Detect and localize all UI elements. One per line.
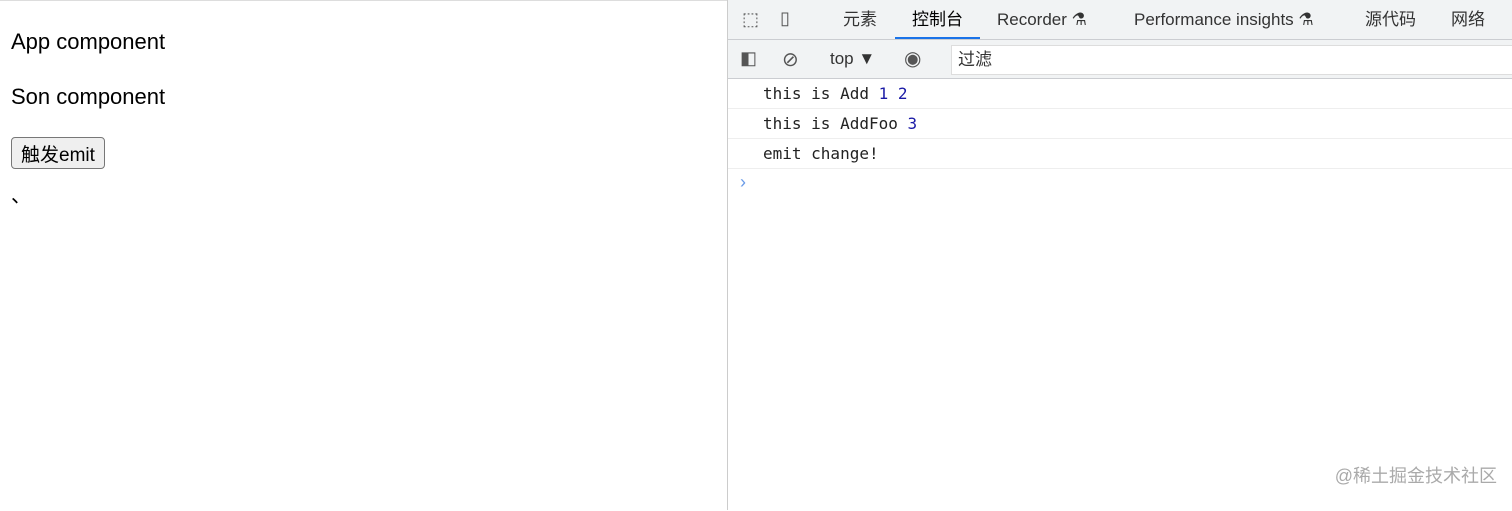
inspect-element-icon[interactable]: ⬚ <box>742 9 759 30</box>
app-component-text: App component <box>11 29 166 54</box>
log-line: this is Add 1 2 <box>728 79 1512 109</box>
console-toolbar: ◧ ⊘ top ▼ ◉ 过滤 <box>728 40 1512 79</box>
clear-console-icon[interactable]: ⊘ <box>782 47 799 72</box>
devtools-panel: ⬚ ▯ 元素 控制台 Recorder ⚗ Performance insigh… <box>727 0 1512 510</box>
tab-console[interactable]: 控制台 <box>895 0 980 39</box>
filter-input[interactable]: 过滤 <box>951 45 1512 75</box>
flask-icon: ⚗ <box>1298 10 1314 29</box>
tab-network[interactable]: 网络 <box>1451 0 1485 39</box>
tab-elements[interactable]: 元素 <box>843 0 877 39</box>
flask-icon: ⚗ <box>1071 10 1087 29</box>
device-toolbar-icon[interactable]: ▯ <box>780 8 790 29</box>
sidebar-toggle-icon[interactable]: ◧ <box>740 48 757 69</box>
watermark: @稀土掘金技术社区 <box>1334 466 1497 486</box>
console-prompt[interactable]: › <box>728 169 1512 195</box>
devtools-tabbar: ⬚ ▯ 元素 控制台 Recorder ⚗ Performance insigh… <box>728 0 1512 40</box>
tab-performance-label: Performance insights <box>1134 10 1294 29</box>
page-viewport: App component Son component 触发emit 、 <box>0 0 727 511</box>
son-component-text: Son component <box>11 84 166 109</box>
context-select[interactable]: top ▼ <box>830 49 875 69</box>
log-line: this is AddFoo 3 <box>728 109 1512 139</box>
eye-icon[interactable]: ◉ <box>904 46 921 71</box>
emit-button[interactable]: 触发emit <box>11 137 105 169</box>
tab-recorder[interactable]: Recorder ⚗ <box>997 0 1087 39</box>
log-line: emit change! <box>728 139 1512 169</box>
tab-sources[interactable]: 源代码 <box>1365 0 1416 39</box>
tab-recorder-label: Recorder <box>997 10 1067 29</box>
tab-performance-insights[interactable]: Performance insights ⚗ <box>1134 0 1314 39</box>
stray-mark: 、 <box>11 185 31 207</box>
console-log: this is Add 1 2 this is AddFoo 3 emit ch… <box>728 79 1512 195</box>
